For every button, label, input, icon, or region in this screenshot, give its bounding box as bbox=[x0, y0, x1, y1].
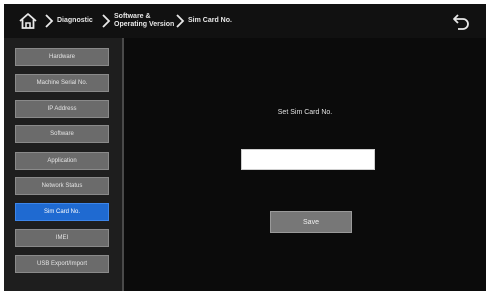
sidebar: Hardware Machine Serial No. IP Address S… bbox=[4, 38, 124, 291]
breadcrumb-software-line1[interactable]: Software & bbox=[114, 13, 151, 21]
sidebar-item-imei[interactable]: IMEI bbox=[15, 229, 109, 247]
back-arrow-icon[interactable] bbox=[452, 12, 470, 30]
breadcrumb-sim-card: Sim Card No. bbox=[188, 17, 232, 24]
sim-card-input[interactable] bbox=[241, 149, 375, 170]
sidebar-item-usb-export-import[interactable]: USB Export/Import bbox=[15, 255, 109, 273]
section-heading: Set Sim Card No. bbox=[277, 109, 333, 116]
chevron-right-icon bbox=[176, 14, 185, 28]
device-screen: Diagnostic Software & Operating Version … bbox=[4, 4, 486, 291]
sidebar-item-sim-card[interactable]: Sim Card No. bbox=[15, 203, 109, 221]
sidebar-item-software[interactable]: Software bbox=[15, 125, 109, 143]
home-icon[interactable] bbox=[18, 12, 38, 30]
breadcrumb-diagnostic[interactable]: Diagnostic bbox=[57, 17, 93, 25]
sidebar-item-hardware[interactable]: Hardware bbox=[15, 48, 109, 66]
top-bar: Diagnostic Software & Operating Version … bbox=[4, 4, 486, 38]
chevron-right-icon bbox=[102, 14, 111, 28]
main-panel: Set Sim Card No. Save bbox=[124, 38, 486, 291]
sidebar-item-application[interactable]: Application bbox=[15, 152, 109, 170]
breadcrumb-software-line2[interactable]: Operating Version bbox=[114, 21, 174, 29]
chevron-right-icon bbox=[45, 14, 54, 28]
sidebar-item-ip-address[interactable]: IP Address bbox=[15, 100, 109, 118]
save-button[interactable]: Save bbox=[270, 211, 352, 233]
sidebar-item-machine-serial[interactable]: Machine Serial No. bbox=[15, 74, 109, 92]
sidebar-item-network-status[interactable]: Network Status bbox=[15, 177, 109, 195]
